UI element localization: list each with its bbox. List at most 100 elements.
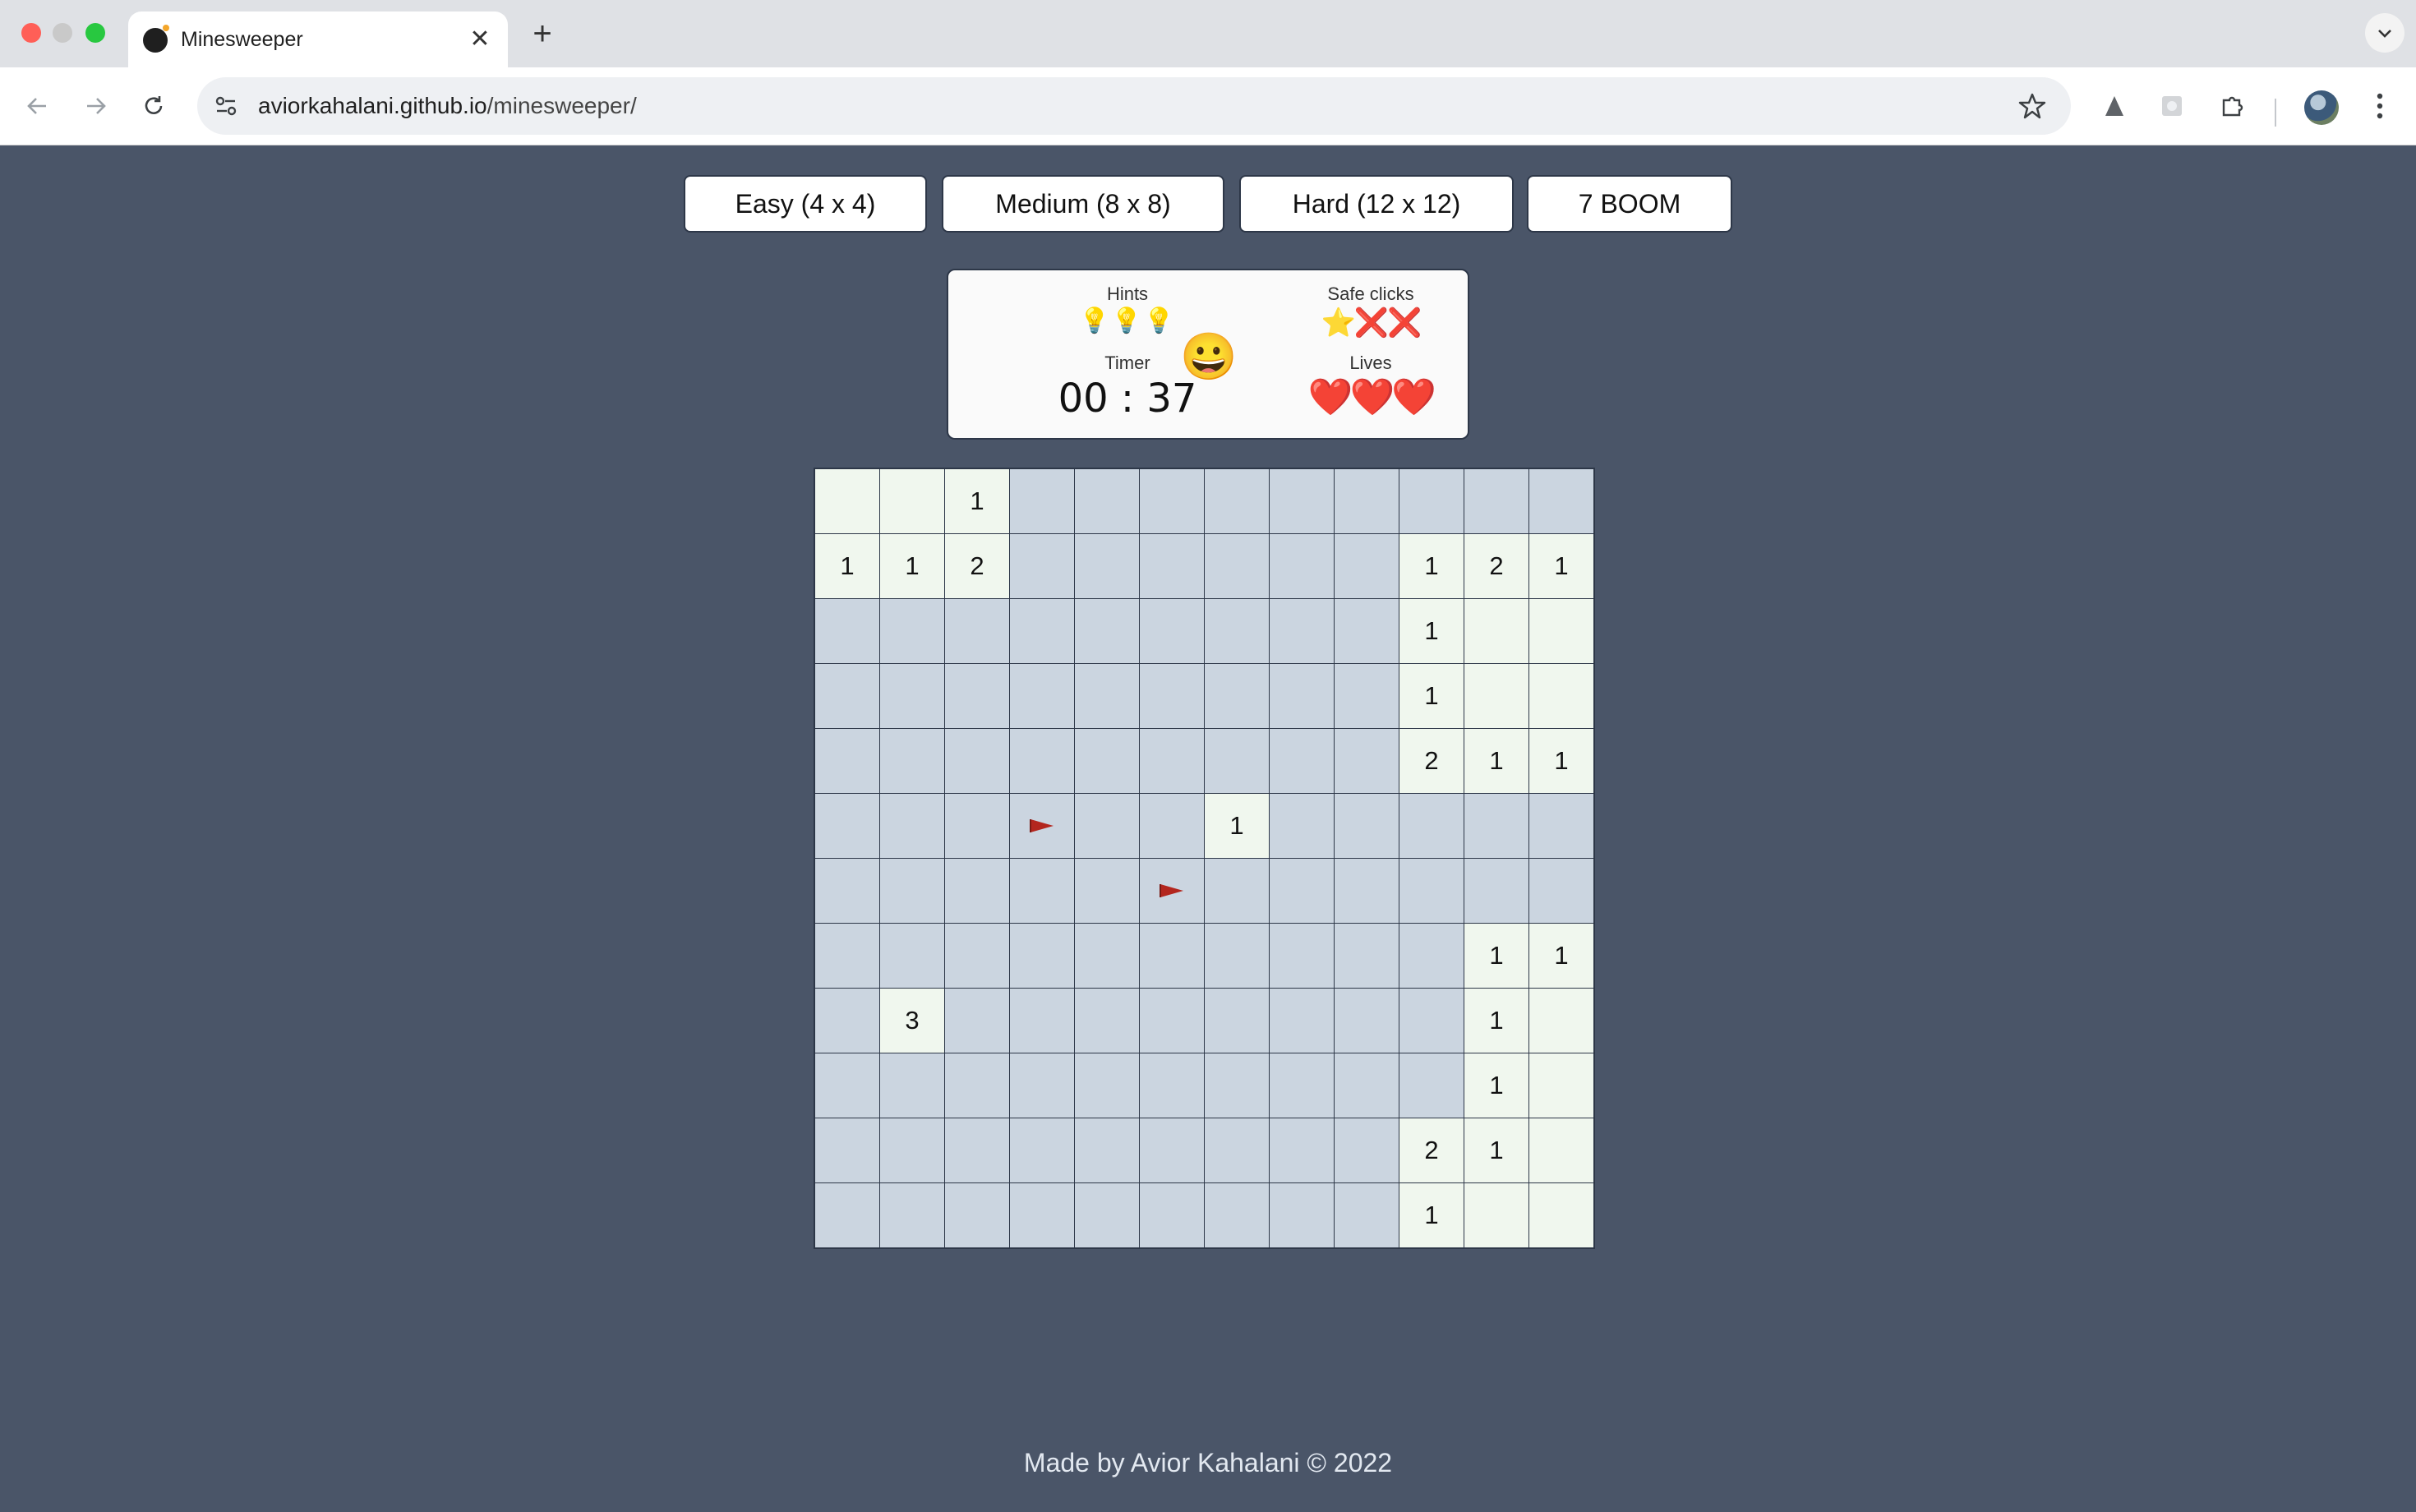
cell-hidden[interactable] (1269, 468, 1335, 534)
maximize-window-button[interactable] (85, 23, 105, 43)
medium-level-button[interactable]: Medium (8 x 8) (942, 175, 1224, 233)
cell-hidden[interactable] (1074, 663, 1140, 729)
cell-number[interactable]: 1 (1204, 793, 1270, 859)
cell-hidden[interactable] (1334, 468, 1399, 534)
cell-hidden[interactable] (814, 728, 880, 794)
cell-hidden[interactable] (814, 923, 880, 989)
cell-hidden[interactable] (814, 1053, 880, 1118)
cell-hidden[interactable] (1139, 1053, 1205, 1118)
cell-number[interactable]: 1 (1528, 533, 1595, 599)
cell-number[interactable]: 1 (879, 533, 945, 599)
cell-revealed-empty[interactable] (1528, 988, 1595, 1053)
easy-level-button[interactable]: Easy (4 x 4) (684, 175, 927, 233)
back-button[interactable] (16, 85, 58, 127)
cell-hidden[interactable] (944, 1118, 1010, 1183)
cell-hidden[interactable] (944, 793, 1010, 859)
cell-hidden[interactable] (1528, 858, 1595, 924)
cell-hidden[interactable] (1269, 923, 1335, 989)
cell-hidden[interactable] (1009, 858, 1075, 924)
cell-hidden[interactable] (1139, 923, 1205, 989)
cell-hidden[interactable] (814, 663, 880, 729)
cell-number[interactable]: 1 (814, 533, 880, 599)
cell-revealed-empty[interactable] (1528, 1182, 1595, 1249)
cell-hidden[interactable] (1204, 923, 1270, 989)
cell-hidden[interactable] (1528, 468, 1595, 534)
cell-hidden[interactable] (944, 988, 1010, 1053)
cell-hidden[interactable] (1464, 468, 1529, 534)
cell-hidden[interactable] (1074, 1118, 1140, 1183)
cell-hidden[interactable] (1334, 988, 1399, 1053)
cell-hidden[interactable] (1204, 1118, 1270, 1183)
cell-revealed-empty[interactable] (1528, 1118, 1595, 1183)
cell-hidden[interactable] (1334, 533, 1399, 599)
cell-number[interactable]: 3 (879, 988, 945, 1053)
bookmark-star-icon[interactable] (2012, 85, 2053, 127)
cell-hidden[interactable] (944, 598, 1010, 664)
cell-hidden[interactable] (1334, 1053, 1399, 1118)
cell-hidden[interactable] (1399, 858, 1464, 924)
cell-hidden[interactable] (1009, 988, 1075, 1053)
cell-hidden[interactable] (1204, 1182, 1270, 1249)
cell-hidden[interactable] (1334, 728, 1399, 794)
cell-revealed-empty[interactable] (1464, 598, 1529, 664)
cell-hidden[interactable] (1269, 1053, 1335, 1118)
profile-avatar[interactable] (2304, 90, 2339, 125)
cell-hidden[interactable] (1399, 793, 1464, 859)
cell-hidden[interactable] (1464, 793, 1529, 859)
cell-revealed-empty[interactable] (1464, 1182, 1529, 1249)
cell-number[interactable]: 1 (1528, 923, 1595, 989)
cell-hidden[interactable] (1009, 663, 1075, 729)
cell-hidden[interactable] (879, 923, 945, 989)
cell-hidden[interactable] (1009, 1118, 1075, 1183)
cell-hidden[interactable] (1009, 533, 1075, 599)
cell-hidden[interactable] (1139, 1182, 1205, 1249)
cell-hidden[interactable] (814, 1182, 880, 1249)
cell-flagged[interactable] (1139, 858, 1205, 924)
cell-hidden[interactable] (1204, 533, 1270, 599)
cell-number[interactable]: 1 (1464, 728, 1529, 794)
cell-hidden[interactable] (1204, 728, 1270, 794)
cell-hidden[interactable] (1399, 988, 1464, 1053)
cell-number[interactable]: 1 (1464, 1053, 1529, 1118)
cell-hidden[interactable] (944, 1053, 1010, 1118)
cell-hidden[interactable] (944, 858, 1010, 924)
cell-number[interactable]: 1 (1464, 923, 1529, 989)
tab-search-button[interactable] (2365, 13, 2404, 53)
cell-hidden[interactable] (1334, 858, 1399, 924)
cell-number[interactable]: 2 (1464, 533, 1529, 599)
browser-tab[interactable]: Minesweeper ✕ (128, 12, 508, 67)
cell-hidden[interactable] (1074, 923, 1140, 989)
cell-number[interactable]: 2 (944, 533, 1010, 599)
hard-level-button[interactable]: Hard (12 x 12) (1239, 175, 1514, 233)
cell-number[interactable]: 1 (1528, 728, 1595, 794)
cell-hidden[interactable] (1334, 598, 1399, 664)
cell-hidden[interactable] (1204, 663, 1270, 729)
cell-number[interactable]: 2 (1399, 1118, 1464, 1183)
cell-hidden[interactable] (1074, 1053, 1140, 1118)
cell-hidden[interactable] (944, 663, 1010, 729)
cell-hidden[interactable] (1204, 1053, 1270, 1118)
cell-hidden[interactable] (1399, 1053, 1464, 1118)
seven-boom-button[interactable]: 7 BOOM (1527, 175, 1732, 233)
cell-hidden[interactable] (1464, 858, 1529, 924)
cell-number[interactable]: 2 (1399, 728, 1464, 794)
cell-hidden[interactable] (1269, 728, 1335, 794)
cell-hidden[interactable] (1139, 988, 1205, 1053)
cell-hidden[interactable] (1334, 1182, 1399, 1249)
cell-hidden[interactable] (879, 1118, 945, 1183)
cell-hidden[interactable] (1009, 728, 1075, 794)
cell-hidden[interactable] (944, 923, 1010, 989)
cell-hidden[interactable] (1334, 793, 1399, 859)
cell-hidden[interactable] (1269, 988, 1335, 1053)
cell-hidden[interactable] (1074, 858, 1140, 924)
cell-hidden[interactable] (1269, 598, 1335, 664)
cell-hidden[interactable] (1204, 988, 1270, 1053)
minimize-window-button[interactable] (53, 23, 72, 43)
cell-hidden[interactable] (879, 793, 945, 859)
cell-number[interactable]: 1 (1399, 598, 1464, 664)
cell-number[interactable]: 1 (1399, 663, 1464, 729)
cell-revealed-empty[interactable] (879, 468, 945, 534)
cell-hidden[interactable] (814, 858, 880, 924)
cell-revealed-empty[interactable] (814, 468, 880, 534)
cell-revealed-empty[interactable] (1528, 1053, 1595, 1118)
